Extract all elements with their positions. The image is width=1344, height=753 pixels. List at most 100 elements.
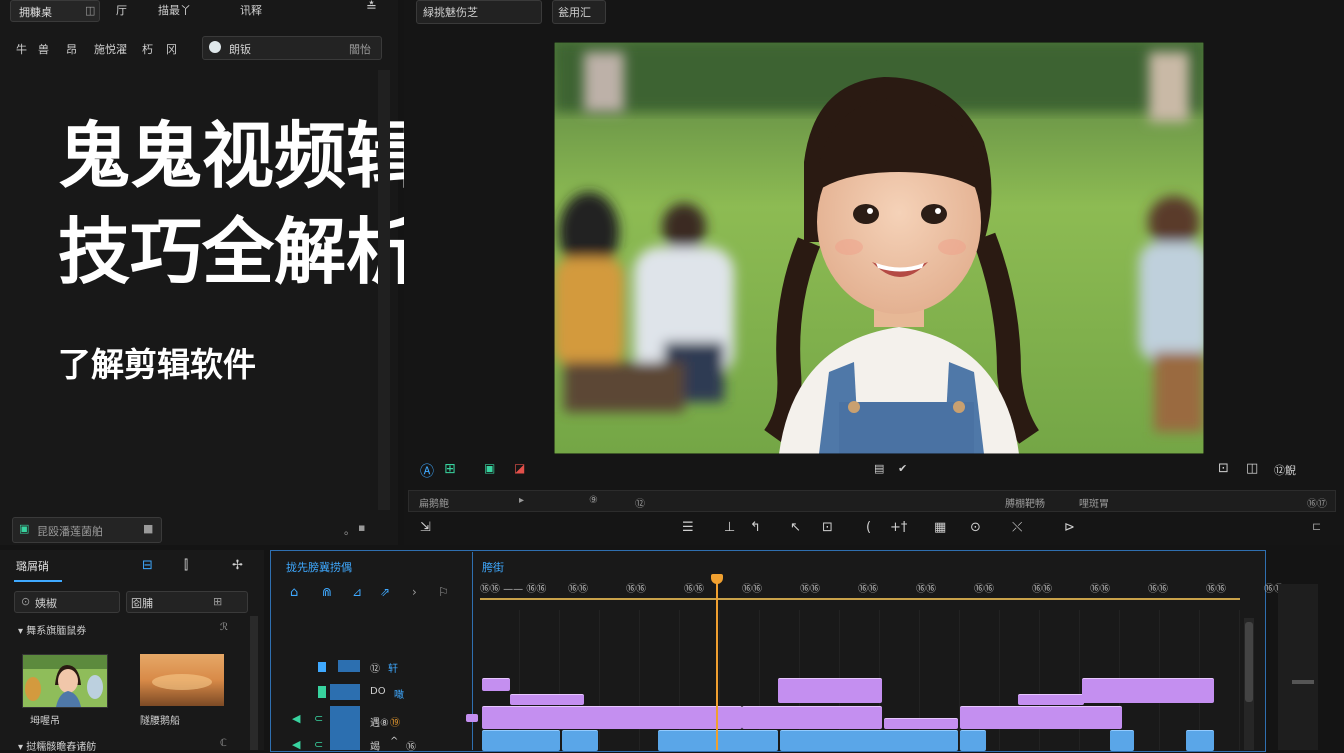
track-4-clip-icon[interactable]: ⊂ (314, 738, 323, 751)
menu-item-2[interactable]: 描最丫 (158, 2, 191, 18)
media-split-icon[interactable]: ⫿ (184, 558, 188, 573)
preview-tab[interactable]: 緑挑魅伤芝 (416, 0, 542, 24)
media-filter[interactable]: 囵脯 ⊞ (126, 591, 248, 613)
tool-split-icon[interactable]: ⊥ (724, 520, 735, 535)
fit-icon[interactable]: ⊡ (1218, 461, 1229, 476)
preview-tab-2[interactable]: 瓮用汇 (552, 0, 606, 24)
toolbar-item-4[interactable]: 施悦濯 (94, 41, 127, 57)
toolbar-item-2[interactable]: 兽 (38, 41, 49, 57)
media-scrollbar[interactable] (250, 616, 258, 750)
scrubber-bar[interactable]: 扁鹅鲍 ▸ ⑨ ⑫ 膊棚靶畅 哩斑胃 ⑯⑰ (408, 490, 1336, 512)
media-section-1-action[interactable]: ℛ (220, 622, 228, 633)
clip-purple-f[interactable] (482, 706, 742, 729)
clip-purple-g[interactable] (742, 706, 882, 729)
track-home-icon[interactable]: ⌂ (290, 585, 298, 600)
timeline-ruler[interactable]: ⑯⑯ —— ⑯⑯ ⑯⑯ ⑯⑯ ⑯⑯ ⑯⑯ ⑯⑯ ⑯⑯ ⑯⑯ ⑯⑯ ⑯⑯ ⑯⑯ ⑯⑯ ⑯⑯ ⑯⑯ (480, 578, 1284, 606)
track-3-toggle[interactable] (330, 706, 360, 750)
check-icon[interactable]: ✔ (898, 462, 907, 475)
clip-purple-e[interactable] (1082, 678, 1214, 703)
preview-frame[interactable] (554, 42, 1204, 454)
track-3-clip-icon[interactable]: ⊂ (314, 712, 323, 725)
playback-mode-icon[interactable]: Ⓐ (420, 461, 434, 481)
clip-purple-d[interactable] (1018, 694, 1084, 705)
timeline-scrollbar[interactable] (1244, 618, 1254, 750)
left-tab-media[interactable]: 拥糠桌 ◫ (10, 0, 100, 22)
track-snap-icon[interactable]: ⊿ (352, 585, 362, 599)
tool-bracket-icon[interactable]: ( (866, 520, 871, 535)
record-icon[interactable]: ◪ (514, 461, 525, 475)
toolbar-item-5[interactable]: 朽 (142, 41, 153, 57)
tool-crop-icon[interactable]: ⊡ (822, 520, 833, 535)
track-start-marker[interactable] (466, 714, 478, 722)
audio-meter-level[interactable] (1292, 680, 1314, 684)
frame-icon[interactable]: ▣ (484, 461, 495, 475)
toolbar-item-1[interactable]: 牛 (16, 41, 27, 57)
tab-close-icon[interactable]: ◫ (85, 4, 95, 17)
clip-purple-h[interactable] (884, 718, 958, 729)
ruler-timecode: ⑯⑯ (1148, 584, 1168, 595)
preview-image (554, 42, 1204, 454)
tool-transition-icon[interactable]: ⤬ (1012, 520, 1022, 535)
clip-blue-d[interactable] (780, 730, 958, 751)
track-4-arrow-icon[interactable]: ^ (390, 736, 398, 747)
clip-blue-g[interactable] (1186, 730, 1214, 751)
clip-purple-a[interactable] (482, 678, 510, 691)
track-2-eye-icon[interactable] (318, 686, 326, 698)
clip-blue-f[interactable] (1110, 730, 1134, 751)
tool-select-icon[interactable]: ↖ (790, 520, 801, 535)
menu-item-3[interactable]: 讯释 (240, 2, 262, 18)
menu-icon[interactable]: ≛ (366, 0, 377, 15)
track-magnet-icon[interactable]: ⋒ (322, 585, 332, 599)
tool-add-icon[interactable]: +† (890, 520, 907, 535)
scrub-play-icon[interactable]: ▸ (519, 495, 524, 506)
menu-item-1[interactable]: 厅 (116, 2, 127, 18)
fullscreen-icon[interactable]: ◫ (1246, 461, 1258, 476)
track-2-toggle[interactable] (330, 684, 360, 700)
tool-menu-icon[interactable]: ☰ (682, 520, 694, 535)
pointer-tool-icon[interactable]: ⇲ (420, 520, 431, 535)
status-square-icon[interactable]: ■ (143, 522, 153, 535)
media-thumb-1[interactable] (22, 654, 108, 708)
clip-purple-b[interactable] (510, 694, 584, 705)
media-search-input[interactable]: ⊙ 姨椒 (14, 591, 120, 613)
panel-toggle-icon[interactable]: ⊏ (1312, 520, 1321, 533)
tool-grid-icon[interactable]: ▦ (934, 520, 946, 535)
track-4-eye-icon[interactable]: ◀ (292, 738, 300, 751)
clip-blue-a[interactable] (482, 730, 560, 751)
media-thumb-2[interactable] (140, 654, 224, 706)
scrub-label-2: ⑨ (589, 495, 598, 506)
zoom-readout[interactable]: ⑫觬 (1274, 462, 1296, 478)
status-expand-icon[interactable]: ▪ (358, 521, 365, 534)
track-flag-icon[interactable]: ⚐ (438, 585, 449, 599)
media-section-2-action[interactable]: ℂ (220, 738, 227, 749)
track-1-lock-icon[interactable] (318, 662, 326, 672)
track-1-toggle[interactable] (338, 660, 360, 672)
tool-undo-icon[interactable]: ↰ (750, 520, 761, 535)
tool-record-icon[interactable]: ⊙ (970, 520, 981, 535)
track-link-icon[interactable]: ⇗ (380, 585, 390, 599)
list-icon[interactable]: ▤ (874, 462, 884, 475)
media-import-icon[interactable]: ⊟ (142, 558, 153, 573)
track-next-icon[interactable]: › (412, 585, 417, 599)
left-status-bar[interactable]: ▣ 昆殴潘莲菌舶 ■ (12, 517, 162, 543)
media-section-1[interactable]: ▾ 舞系旗腼鼠券 (18, 622, 86, 637)
playhead[interactable] (716, 576, 718, 750)
toolbar-item-3[interactable]: 昂 (66, 41, 77, 57)
toolbar-item-6[interactable]: 冈 (166, 41, 177, 57)
tracks-area[interactable] (466, 610, 1240, 751)
left-panel-scrollbar[interactable] (378, 70, 390, 510)
media-section-2[interactable]: ▾ 挝糯骸瞻舂诸舫 (18, 738, 96, 753)
media-pin-icon[interactable]: ✢ (232, 558, 243, 573)
clip-blue-c[interactable] (658, 730, 778, 751)
media-tab[interactable]: 璐屑硝 (16, 558, 49, 574)
tool-play-icon[interactable]: ⊳ (1064, 520, 1075, 535)
clip-purple-c[interactable] (778, 678, 882, 703)
clip-purple-i[interactable] (960, 706, 1122, 729)
track-3-eye-icon[interactable]: ◀ (292, 712, 300, 725)
clip-blue-b[interactable] (562, 730, 598, 751)
grid-icon[interactable]: ⊞ (444, 461, 456, 477)
search-input[interactable]: 朗钣 闇怡 (202, 36, 382, 60)
timeline-scroll-thumb[interactable] (1245, 622, 1253, 702)
media-search-label: 姨椒 (35, 597, 57, 610)
clip-blue-e[interactable] (960, 730, 986, 751)
